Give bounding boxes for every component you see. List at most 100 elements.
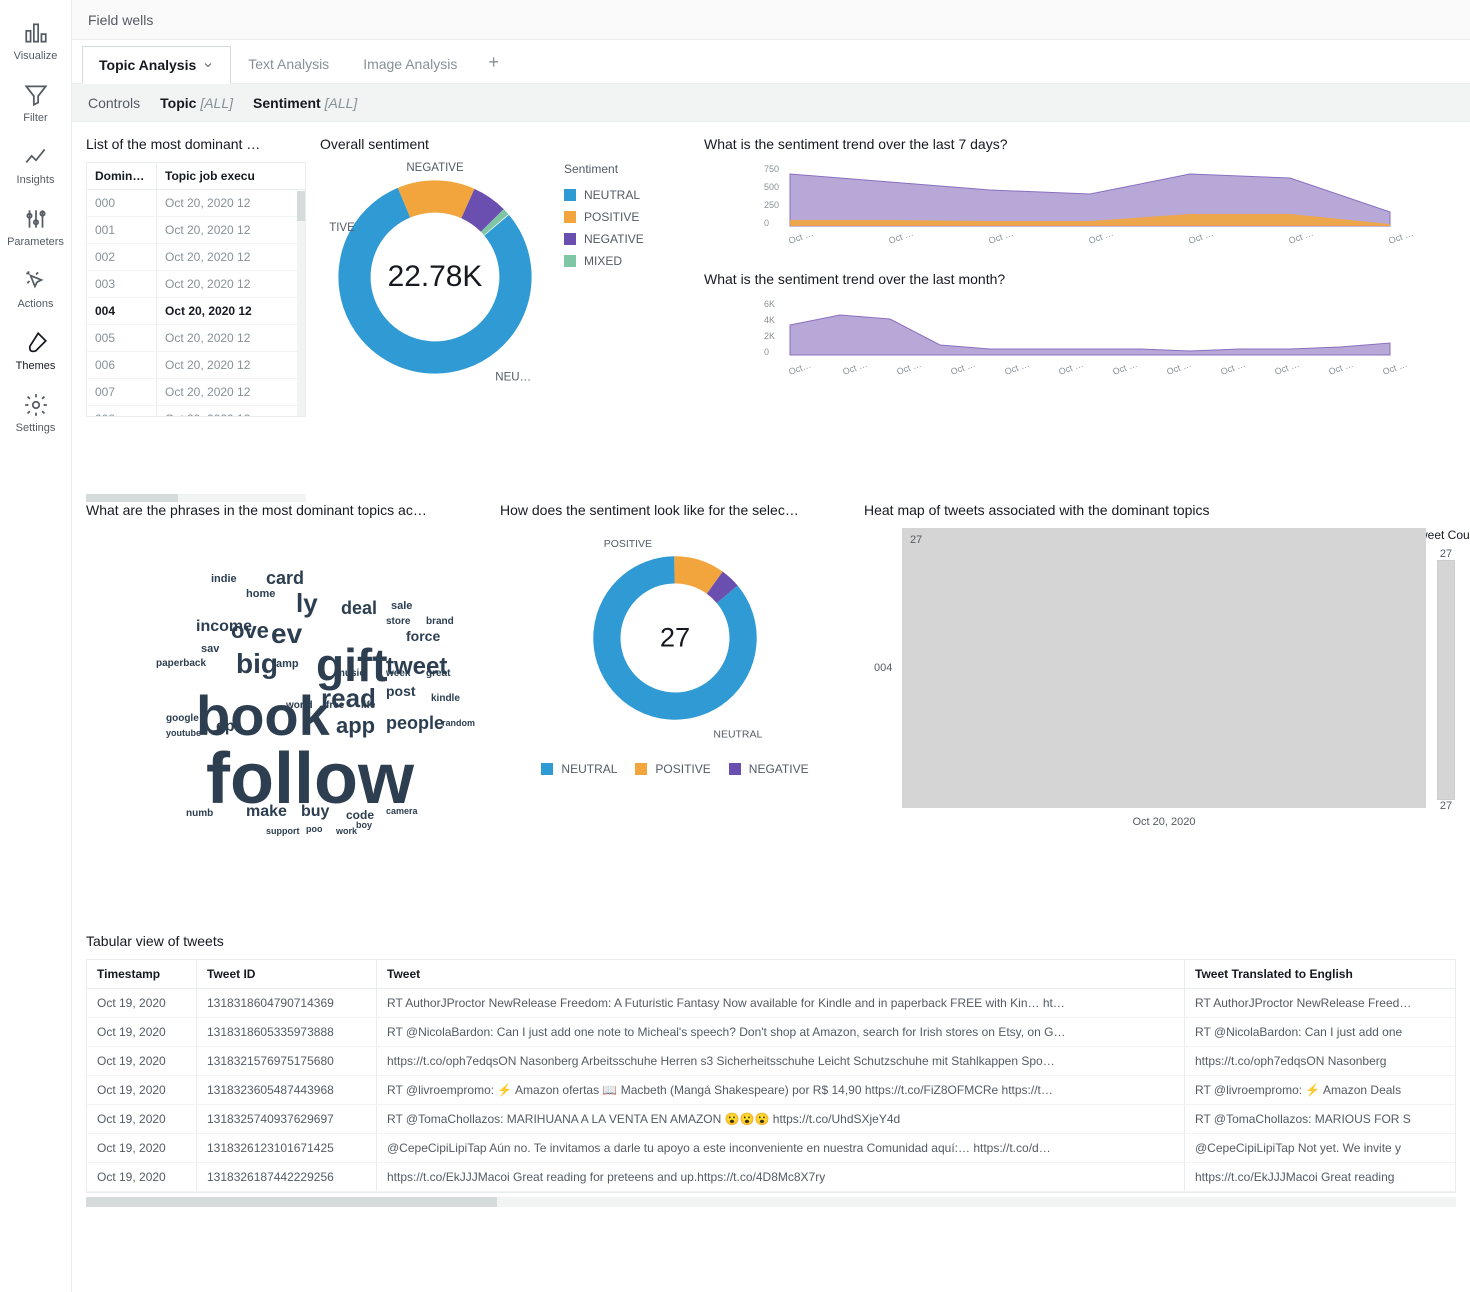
word[interactable]: ev xyxy=(271,618,302,650)
area-chart-7day[interactable]: 750 500 250 0 Oct …Oct …Oct …Oct …Oct …O… xyxy=(704,162,1456,252)
word[interactable]: week xyxy=(386,668,410,679)
nav-visualize[interactable]: Visualize xyxy=(0,10,71,72)
field-wells-bar[interactable]: Field wells xyxy=(72,0,1470,40)
col-header[interactable]: Timestamp xyxy=(87,960,197,988)
word[interactable]: app xyxy=(336,713,375,739)
horizontal-scrollbar[interactable] xyxy=(86,494,306,502)
word[interactable]: indie xyxy=(211,573,237,585)
table-row[interactable]: 000Oct 20, 2020 12 xyxy=(87,190,305,217)
word[interactable]: amp xyxy=(276,658,299,670)
tab-text-analysis[interactable]: Text Analysis xyxy=(231,45,346,83)
donut-chart-selected[interactable]: 27 POSITIVE NEUTRAL xyxy=(565,528,785,748)
word[interactable]: home xyxy=(246,588,275,600)
word[interactable]: kindle xyxy=(431,693,460,704)
table-row[interactable]: Oct 19, 20201318326187442229256https://t… xyxy=(87,1163,1455,1192)
vertical-scrollbar[interactable] xyxy=(297,191,305,416)
word[interactable]: big xyxy=(236,648,278,680)
tab-topic-analysis[interactable]: Topic Analysis xyxy=(82,46,231,84)
table-row[interactable]: Oct 19, 20201318321576975175680https://t… xyxy=(87,1047,1455,1076)
word[interactable]: people xyxy=(386,713,444,734)
legend-item[interactable]: POSITIVE xyxy=(635,758,710,780)
table-row[interactable]: Oct 19, 20201318318604790714369RT Author… xyxy=(87,989,1455,1018)
panel-trend-month[interactable]: What is the sentiment trend over the las… xyxy=(704,271,1456,390)
table-row[interactable]: 001Oct 20, 2020 12 xyxy=(87,217,305,244)
word[interactable]: ly xyxy=(296,588,318,619)
word[interactable]: store xyxy=(386,616,410,627)
panel-trend-7day[interactable]: What is the sentiment trend over the las… xyxy=(704,136,1456,255)
legend-item[interactable]: NEUTRAL xyxy=(541,758,617,780)
nav-insights[interactable]: Insights xyxy=(0,134,71,196)
word[interactable]: deal xyxy=(341,598,377,619)
table-row[interactable]: Oct 19, 20201318325740937629697RT @TomaC… xyxy=(87,1105,1455,1134)
legend-item[interactable]: MIXED xyxy=(564,250,644,272)
nav-filter[interactable]: Filter xyxy=(0,72,71,134)
table-row[interactable]: 008Oct 20, 2020 12 xyxy=(87,406,305,417)
word[interactable]: make xyxy=(246,803,287,821)
tweets-table[interactable]: Timestamp Tweet ID Tweet Tweet Translate… xyxy=(86,959,1456,1193)
word[interactable]: card xyxy=(266,568,304,589)
panel-tweets[interactable]: Tabular view of tweets Timestamp Tweet I… xyxy=(86,933,1456,1278)
table-row[interactable]: Oct 19, 20201318326123101671425@CepeCipi… xyxy=(87,1134,1455,1163)
word[interactable]: work xyxy=(336,826,357,836)
nav-themes[interactable]: Themes xyxy=(0,320,71,382)
table-row[interactable]: 004Oct 20, 2020 12 xyxy=(87,298,305,325)
word[interactable]: life xyxy=(361,700,375,711)
word[interactable]: post xyxy=(386,683,416,699)
wordcloud[interactable]: followbookgiftbigreadtweetevlyoveapppeop… xyxy=(86,528,486,848)
add-sheet-button[interactable]: + xyxy=(474,42,513,83)
word[interactable]: youtube xyxy=(166,728,201,738)
word[interactable]: force xyxy=(406,628,440,644)
panel-overall-sentiment[interactable]: Overall sentiment 22.78K NEGATIVE TIVE N… xyxy=(320,136,690,488)
table-row[interactable]: Oct 19, 20201318318605335973888RT @Nicol… xyxy=(87,1018,1455,1047)
tab-image-analysis[interactable]: Image Analysis xyxy=(346,45,474,83)
heatmap-plot[interactable]: 27 004 Oct 20, 2020 xyxy=(902,528,1426,808)
legend-item[interactable]: NEUTRAL xyxy=(564,184,644,206)
panel-selected-sentiment[interactable]: How does the sentiment look like for the… xyxy=(500,502,850,919)
panel-heatmap[interactable]: Heat map of tweets associated with the d… xyxy=(864,502,1456,919)
table-row[interactable]: 006Oct 20, 2020 12 xyxy=(87,352,305,379)
table-row[interactable]: 002Oct 20, 2020 12 xyxy=(87,244,305,271)
control-topic[interactable]: Topic [ALL] xyxy=(160,95,233,111)
word[interactable]: brand xyxy=(426,616,454,627)
legend-item[interactable]: NEGATIVE xyxy=(729,758,809,780)
col-header[interactable]: Topic job execu xyxy=(157,163,305,189)
word[interactable]: ep xyxy=(216,718,235,736)
area-chart-month[interactable]: 6K 4K 2K 0 Oct…Oct …Oct …Oct …Oct …Oct …… xyxy=(704,297,1456,387)
table-row[interactable]: 003Oct 20, 2020 12 xyxy=(87,271,305,298)
word[interactable]: numb xyxy=(186,808,213,819)
word[interactable]: boy xyxy=(356,820,372,830)
col-header[interactable]: Domin… xyxy=(87,163,157,189)
legend-item[interactable]: NEGATIVE xyxy=(564,228,644,250)
word[interactable]: paperback xyxy=(156,658,206,669)
panel-wordcloud[interactable]: What are the phrases in the most dominan… xyxy=(86,502,486,919)
table-row[interactable]: Oct 19, 20201318323605487443968RT @livro… xyxy=(87,1076,1455,1105)
dominant-table[interactable]: Domin… Topic job execu 000Oct 20, 2020 1… xyxy=(86,162,306,417)
controls-bar[interactable]: Controls Topic [ALL] Sentiment [ALL] xyxy=(72,84,1470,122)
word[interactable]: google xyxy=(166,713,199,724)
word[interactable]: book xyxy=(196,683,330,748)
word[interactable]: poo xyxy=(306,824,323,834)
word[interactable]: great xyxy=(426,668,450,679)
word[interactable]: music xyxy=(336,668,365,679)
col-header[interactable]: Tweet xyxy=(377,960,1185,988)
table-row[interactable]: 007Oct 20, 2020 12 xyxy=(87,379,305,406)
control-sentiment[interactable]: Sentiment [ALL] xyxy=(253,95,357,111)
horizontal-scrollbar[interactable] xyxy=(86,1197,1456,1207)
donut-chart[interactable]: 22.78K NEGATIVE TIVE NEU… xyxy=(320,162,550,392)
nav-actions[interactable]: Actions xyxy=(0,258,71,320)
word[interactable]: free xyxy=(326,700,344,711)
col-header[interactable]: Tweet ID xyxy=(197,960,377,988)
word[interactable]: sav xyxy=(201,643,219,655)
word[interactable]: buy xyxy=(301,803,329,821)
word[interactable]: sale xyxy=(391,600,412,612)
word[interactable]: support xyxy=(266,826,300,836)
word[interactable]: world xyxy=(286,700,313,711)
word[interactable]: random xyxy=(442,718,475,728)
col-header[interactable]: Tweet Translated to English xyxy=(1185,960,1455,988)
table-row[interactable]: 005Oct 20, 2020 12 xyxy=(87,325,305,352)
word[interactable]: camera xyxy=(386,806,418,816)
nav-parameters[interactable]: Parameters xyxy=(0,196,71,258)
nav-settings[interactable]: Settings xyxy=(0,382,71,444)
legend-item[interactable]: POSITIVE xyxy=(564,206,644,228)
panel-dominant-topics[interactable]: List of the most dominant … Domin… Topic… xyxy=(86,136,306,488)
